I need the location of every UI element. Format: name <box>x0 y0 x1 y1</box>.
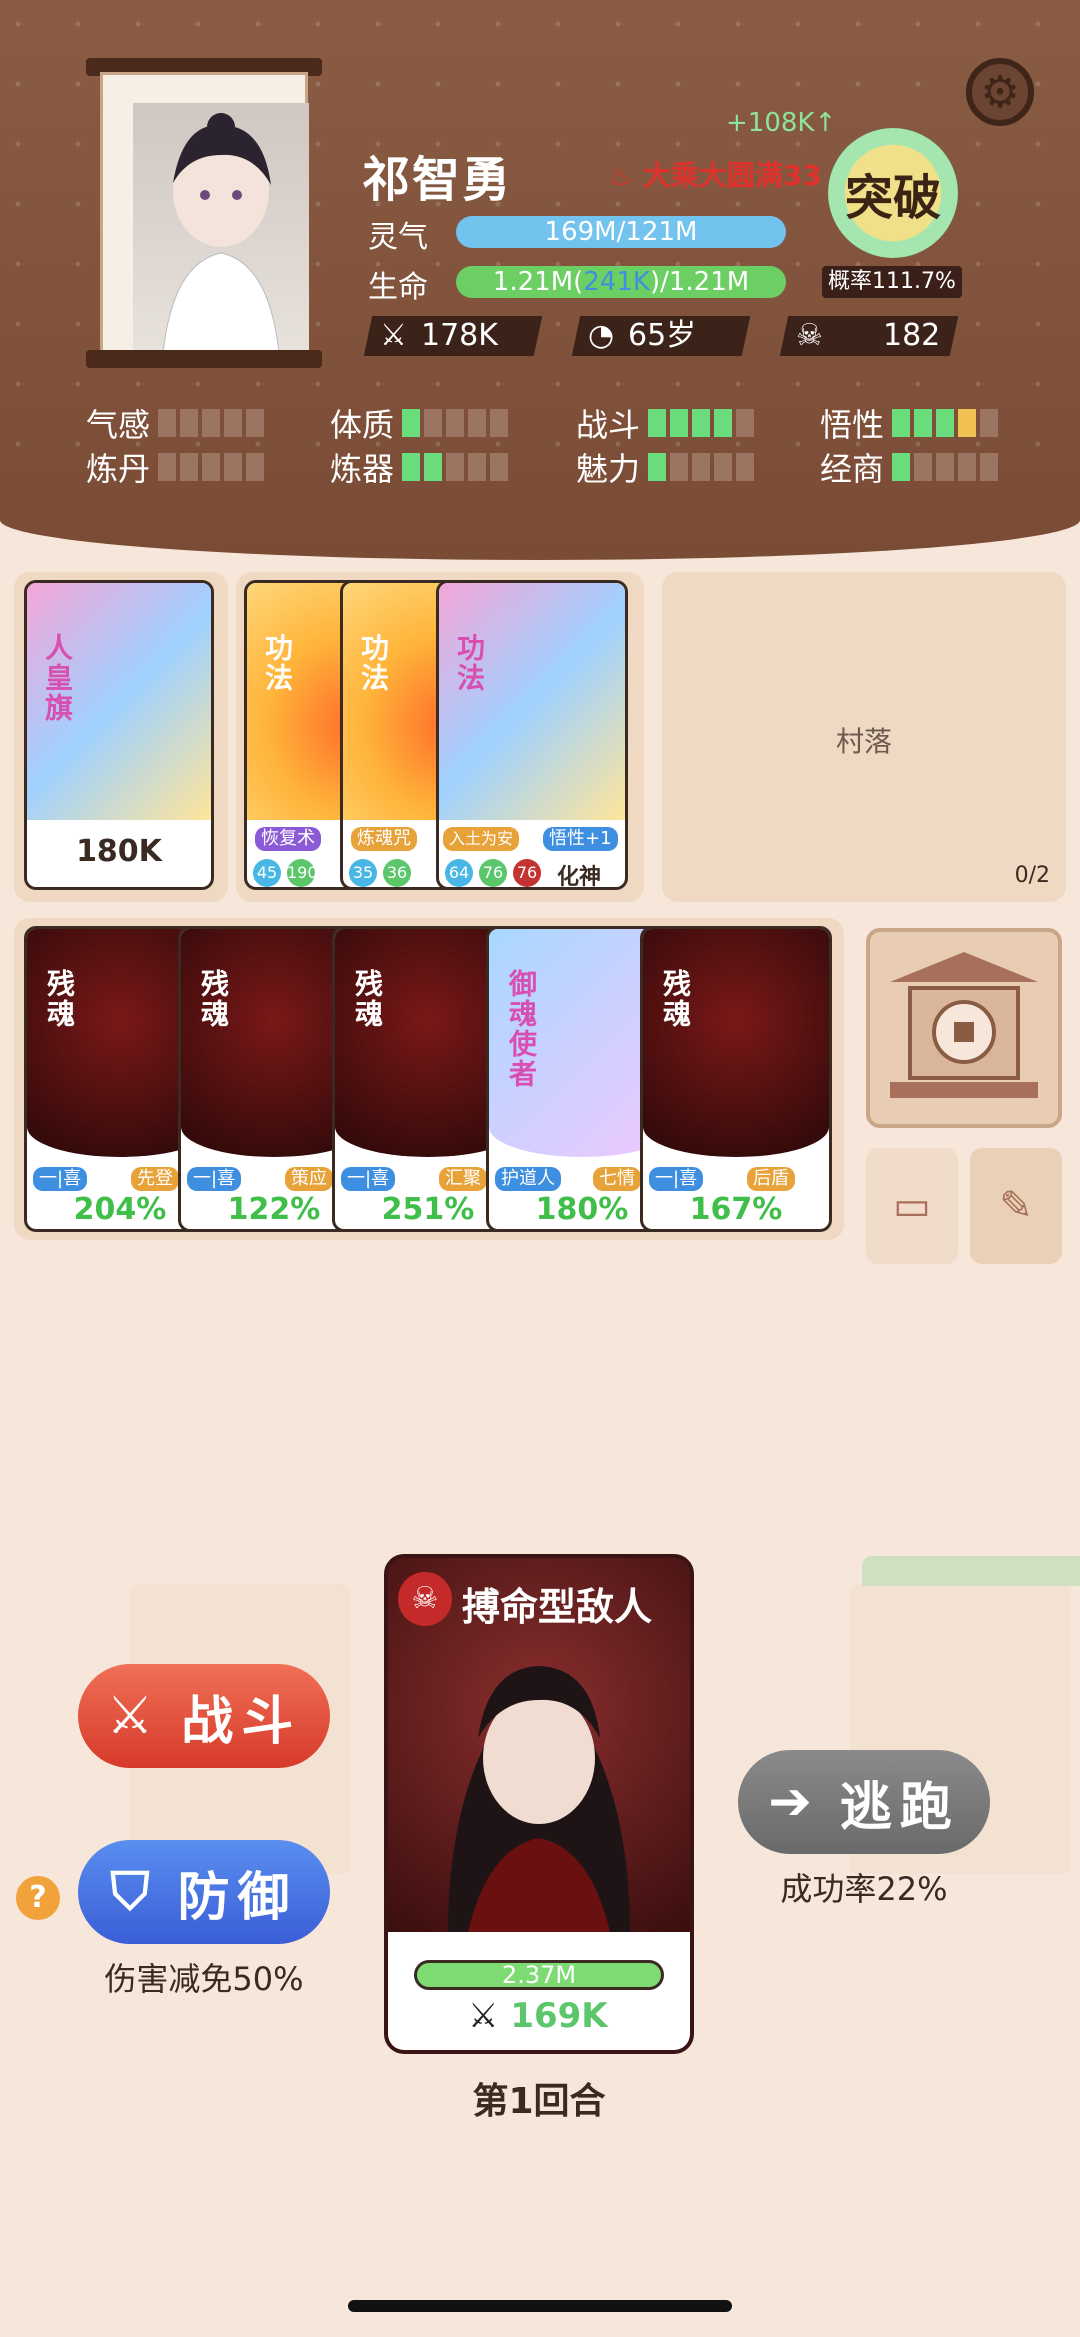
soul-card[interactable]: 残魂 一|喜 后盾 167% <box>640 926 832 1232</box>
attribute-level <box>892 409 999 437</box>
breakthrough-probability: 概率111.7% <box>822 266 962 298</box>
attribute-5: 炼器 <box>330 444 509 490</box>
treasure-power: 180K <box>76 834 162 869</box>
village-label: 村落 <box>835 725 892 758</box>
attribute-7: 经商 <box>820 444 999 490</box>
enemy-stats: 2.37M ⚔ 169K <box>388 1932 690 2050</box>
enemy-title: 搏命型敌人 <box>462 1585 653 1629</box>
attribute-level <box>402 409 509 437</box>
attribute-level <box>648 453 755 481</box>
enemy-hp-bar: 2.37M <box>414 1960 664 1990</box>
lingqi-bar: 169M/121M <box>456 216 786 248</box>
soul-percent: 167% <box>689 1192 783 1227</box>
attribute-6: 魅力 <box>576 444 755 490</box>
enemy-skull-icon: ☠ <box>398 1572 452 1626</box>
sword-icon: ⚔ <box>468 1996 499 2036</box>
attribute-2: 战斗 <box>576 400 755 446</box>
flee-button[interactable]: ➔ 逃跑 <box>738 1750 990 1854</box>
scroll-paper <box>100 72 309 354</box>
crossed-swords-icon: ⚔ <box>106 1686 162 1746</box>
treasure-card[interactable]: 人皇旗 180K <box>24 580 214 890</box>
gain-indicator: +108K↑ <box>726 108 837 138</box>
character-name: 祁智勇 <box>362 152 513 208</box>
sword-icon: ⚔ <box>380 318 407 353</box>
lingqi-label: 灵气 <box>368 220 428 255</box>
village-count: 0/2 <box>1014 863 1050 888</box>
attack-stat: ⚔ 178K <box>363 316 543 356</box>
attribute-4: 炼丹 <box>86 444 265 490</box>
attribute-0: 气感 <box>86 400 265 446</box>
attribute-1: 体质 <box>330 400 509 446</box>
life-label: 生命 <box>368 270 428 305</box>
scroll-rod-bottom <box>86 350 322 368</box>
shield-icon: ⛉ <box>110 1861 158 1922</box>
character-header: 祁智勇 +108K↑ ♨ 大乘大圆满33 突破 概率111.7% ⚙ 灵气 16… <box>0 0 1080 560</box>
flee-note: 成功率22% <box>780 1870 948 1908</box>
home-indicator[interactable] <box>348 2300 732 2312</box>
breakthrough-button[interactable]: 突破 <box>828 128 958 258</box>
defend-button[interactable]: ⛉ 防御 <box>78 1840 330 1944</box>
defend-note: 伤害减免50% <box>104 1960 304 1998</box>
hourglass-icon: ◔ <box>588 318 615 353</box>
scroll-icon[interactable]: ✎ <box>970 1148 1062 1264</box>
attribute-level <box>158 409 265 437</box>
village-panel[interactable]: 村落 0/2 <box>662 572 1066 902</box>
attribute-level <box>892 453 999 481</box>
skull-icon: ☠ <box>796 318 823 353</box>
meditation-icon: ♨ <box>608 159 634 192</box>
shrine-icon[interactable] <box>866 928 1062 1128</box>
portrait-scroll[interactable] <box>86 58 322 368</box>
arrow-right-icon: ➔ <box>768 1772 820 1832</box>
enemy-card[interactable]: ☠ 搏命型敌人 2.37M ⚔ 169K <box>384 1554 694 2054</box>
enemy-attack: ⚔ 169K <box>468 1996 608 2036</box>
treasure-title: 人皇旗 <box>41 633 74 723</box>
avatar <box>133 103 309 354</box>
age-stat: ◔ 65岁 <box>571 316 751 356</box>
inbox-icon[interactable]: ▭ <box>866 1148 958 1264</box>
realm-label: ♨ 大乘大圆满33 <box>608 159 822 192</box>
life-bar: 1.21M(241K)/1.21M <box>456 266 786 298</box>
help-icon[interactable]: ? <box>16 1876 60 1920</box>
attribute-level <box>158 453 265 481</box>
skill-slot: 功法 恢复术 45 190 功法 炼魂咒 35 36 功法 入土为安 悟性+1 … <box>236 572 644 902</box>
side-card-peek <box>862 1556 1080 1586</box>
attribute-level <box>402 453 509 481</box>
attribute-level <box>648 409 755 437</box>
attribute-3: 悟性 <box>820 400 999 446</box>
round-label: 第1回合 <box>472 2081 606 2122</box>
soul-slot: 残魂 一|喜 先登 204% 残魂 一|喜 策应 122% 残魂 一|喜 汇聚 … <box>14 918 844 1240</box>
treasure-slot: 人皇旗 180K <box>14 572 228 902</box>
fight-button[interactable]: ⚔ 战斗 <box>78 1664 330 1768</box>
skill-card[interactable]: 功法 入土为安 悟性+1 64 76 76 化神 <box>436 580 628 890</box>
gear-icon[interactable]: ⚙ <box>966 58 1034 126</box>
kills-stat: ☠ 182 <box>779 316 959 356</box>
